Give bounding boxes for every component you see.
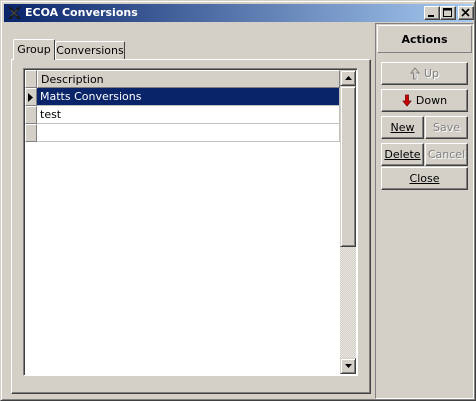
- down-button[interactable]: Down: [381, 89, 468, 112]
- maximize-button[interactable]: [440, 6, 456, 20]
- actions-header: Actions: [377, 25, 472, 53]
- title-bar[interactable]: ECOA Conversions: [4, 4, 474, 22]
- save-button-label: Save: [432, 121, 460, 134]
- minimize-button[interactable]: [424, 6, 440, 20]
- row-indicator[interactable]: [25, 124, 37, 142]
- cancel-button[interactable]: Cancel: [425, 143, 468, 166]
- close-button-label: Close: [409, 172, 440, 185]
- row-indicator[interactable]: [25, 106, 37, 124]
- delete-button-label: Delete: [384, 148, 421, 161]
- tab-conversions[interactable]: Conversions: [55, 41, 125, 60]
- table-row[interactable]: Matts Conversions: [37, 88, 340, 106]
- new-button-label: New: [390, 121, 415, 134]
- table-row[interactable]: test: [37, 106, 340, 124]
- ecoa-app-icon[interactable]: [6, 5, 22, 21]
- scroll-up-icon: [345, 76, 352, 80]
- row-pointer-icon: [28, 93, 33, 102]
- scroll-up-button[interactable]: [340, 70, 356, 86]
- close-button[interactable]: Close: [381, 167, 468, 190]
- group-tab-panel: Description Matts Conversions test: [11, 59, 371, 394]
- close-window-button[interactable]: [458, 6, 474, 20]
- save-button[interactable]: Save: [425, 116, 468, 139]
- grid-corner: [25, 70, 37, 88]
- scrollbar-thumb[interactable]: [340, 86, 356, 247]
- vertical-scrollbar[interactable]: [340, 70, 356, 374]
- tab-group[interactable]: Group: [13, 39, 55, 60]
- grid-body: Description Matts Conversions test: [25, 70, 340, 374]
- cancel-button-label: Cancel: [427, 148, 466, 161]
- up-button[interactable]: Up: [381, 62, 468, 85]
- down-arrow-icon: [402, 94, 412, 110]
- column-header-description[interactable]: Description: [37, 70, 340, 88]
- actions-panel: Actions Up Down New Save Delete Cancel C…: [375, 23, 474, 399]
- new-row[interactable]: [37, 124, 340, 142]
- group-grid[interactable]: Description Matts Conversions test: [23, 68, 358, 376]
- scroll-down-button[interactable]: [340, 358, 356, 374]
- up-arrow-icon: [409, 67, 421, 83]
- delete-button[interactable]: Delete: [381, 143, 424, 166]
- down-button-label: Down: [415, 94, 448, 107]
- row-indicator[interactable]: [25, 88, 37, 106]
- scroll-down-icon: [345, 364, 352, 368]
- up-button-label: Up: [423, 67, 440, 80]
- new-button[interactable]: New: [381, 116, 424, 139]
- window-title: ECOA Conversions: [25, 6, 138, 19]
- ecoa-conversions-window: ECOA Conversions Group Conversions Descr…: [0, 0, 476, 401]
